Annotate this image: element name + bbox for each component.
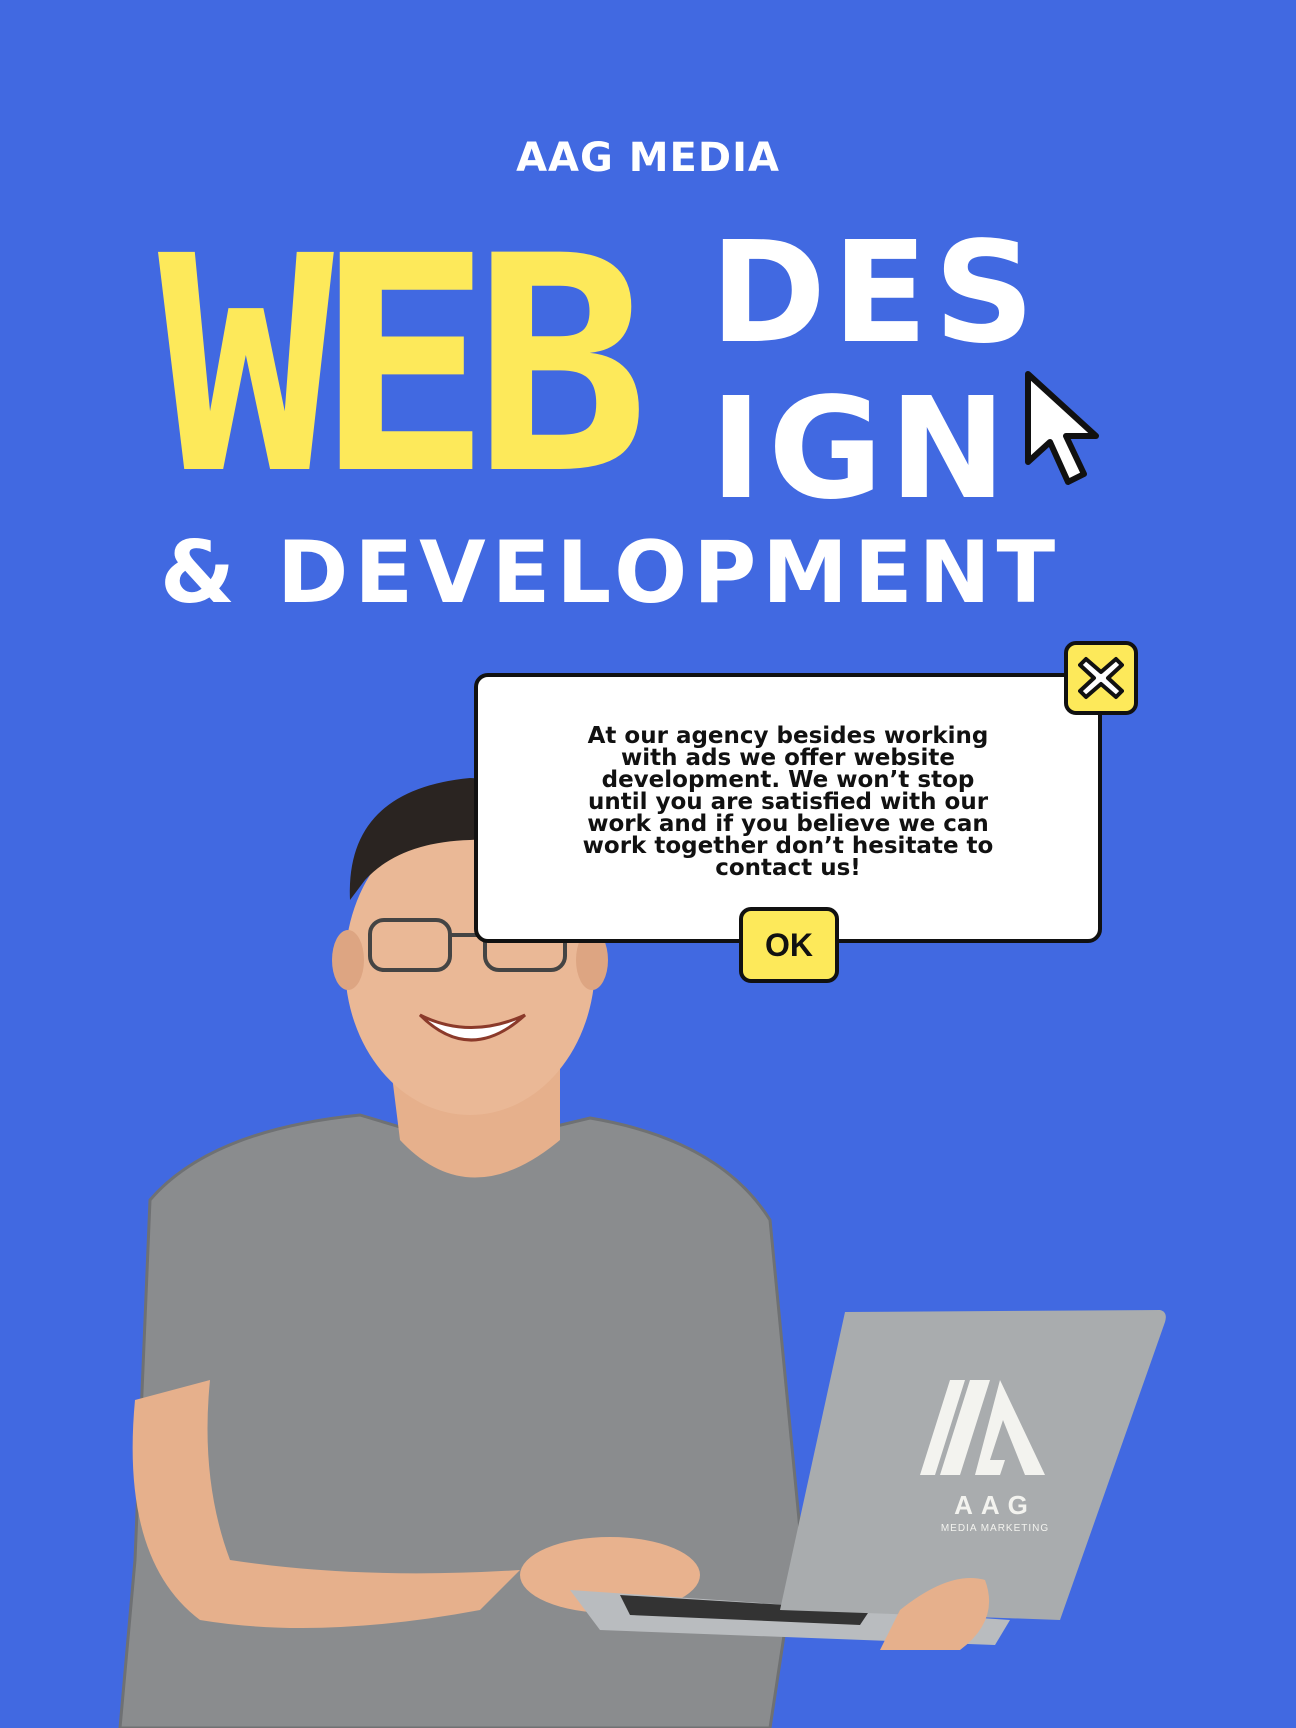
- ok-button[interactable]: OK: [739, 907, 839, 983]
- laptop-logo-tagline: MEDIA MARKETING: [940, 1523, 1050, 1534]
- headline-design-part2: IGN: [710, 368, 1013, 531]
- close-button[interactable]: [1064, 641, 1138, 715]
- headline-development: & DEVELOPMENT: [160, 523, 1062, 623]
- close-x-icon: [1078, 657, 1124, 699]
- laptop-logo: AAG MEDIA MARKETING: [880, 1490, 1110, 1534]
- message-dialog: At our agency besides working with ads w…: [474, 673, 1102, 943]
- headline-design-part1: DES: [710, 212, 1041, 375]
- brand-name: AAG MEDIA: [516, 135, 780, 181]
- mouse-cursor-icon: [1025, 371, 1099, 485]
- headline-web: WEB: [158, 192, 649, 540]
- laptop-logo-name: AAG: [954, 1490, 1036, 1520]
- dialog-message: At our agency besides working with ads w…: [582, 723, 994, 881]
